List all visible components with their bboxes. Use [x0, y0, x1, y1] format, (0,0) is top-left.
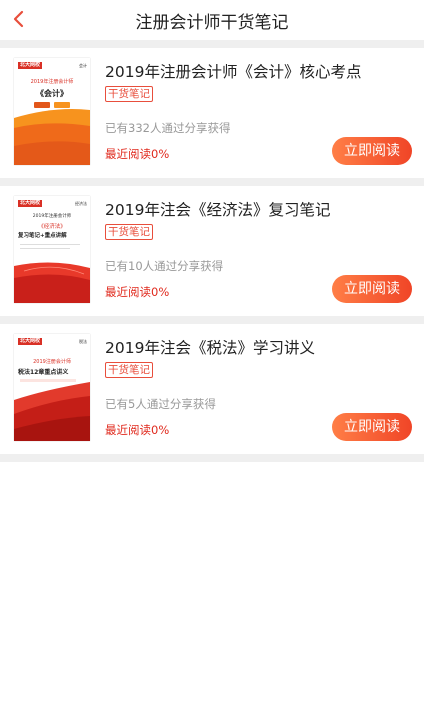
- read-now-button[interactable]: 立即阅读: [332, 275, 412, 303]
- cover-decor: [20, 379, 76, 382]
- divider: [0, 454, 424, 462]
- note-title[interactable]: 2019年注会《税法》学习讲义: [105, 336, 315, 358]
- note-badge: 干货笔记: [105, 86, 153, 102]
- cover-brand: 北大网校: [18, 200, 43, 207]
- read-progress: 最近阅读0%: [105, 285, 170, 299]
- note-title[interactable]: 2019年注会《经济法》复习笔记: [105, 198, 330, 220]
- cover-line: 《会计》: [36, 89, 68, 98]
- cover-line: 2019注册会计师: [33, 359, 71, 365]
- notes-list: 北大网校 会计 2019年注册会计师 《会计》 2019年注册会计师《会计》核心…: [0, 40, 424, 462]
- note-badge: 干货笔记: [105, 224, 153, 240]
- cover-line: 税法12章重点讲义: [18, 369, 69, 376]
- app-header: 注册会计师干货笔记: [0, 0, 424, 40]
- read-now-button[interactable]: 立即阅读: [332, 137, 412, 165]
- read-progress: 最近阅读0%: [105, 147, 170, 161]
- share-count: 已有10人通过分享获得: [105, 259, 224, 273]
- book-cover[interactable]: 北大网校 税法 2019注册会计师 税法12章重点讲义: [14, 334, 90, 441]
- list-item[interactable]: 北大网校 会计 2019年注册会计师 《会计》 2019年注册会计师《会计》核心…: [0, 48, 424, 178]
- cover-decor: [54, 102, 70, 108]
- book-cover[interactable]: 北大网校 经济法 2019年注册会计师 《经济法》 复习笔记+重点讲解: [14, 196, 90, 303]
- list-item[interactable]: 北大网校 经济法 2019年注册会计师 《经济法》 复习笔记+重点讲解 2019…: [0, 186, 424, 316]
- share-count: 已有332人通过分享获得: [105, 121, 231, 135]
- cover-decor: [20, 244, 80, 245]
- share-count: 已有5人通过分享获得: [105, 397, 216, 411]
- cover-line: 2019年注册会计师: [30, 79, 74, 85]
- cover-brand: 北大网校: [18, 338, 43, 345]
- cover-tag: 会计: [79, 63, 87, 68]
- page-title: 注册会计师干货笔记: [135, 13, 289, 33]
- cover-art: [14, 109, 90, 165]
- read-now-button[interactable]: 立即阅读: [332, 413, 412, 441]
- book-cover[interactable]: 北大网校 会计 2019年注册会计师 《会计》: [14, 58, 90, 165]
- read-progress: 最近阅读0%: [105, 423, 170, 437]
- divider: [0, 178, 424, 186]
- note-badge: 干货笔记: [105, 362, 153, 378]
- list-item[interactable]: 北大网校 税法 2019注册会计师 税法12章重点讲义 2019年注会《税法》学…: [0, 324, 424, 454]
- divider: [0, 316, 424, 324]
- cover-line: 复习笔记+重点讲解: [18, 233, 67, 239]
- cover-decor: [20, 248, 70, 249]
- cover-art: [14, 382, 90, 441]
- cover-line: 《经济法》: [38, 224, 66, 230]
- cover-tag: 税法: [79, 339, 87, 344]
- cover-brand: 北大网校: [18, 62, 43, 69]
- divider: [0, 40, 424, 48]
- note-title[interactable]: 2019年注册会计师《会计》核心考点: [105, 60, 361, 82]
- cover-tag: 经济法: [75, 201, 87, 206]
- cover-decor: [34, 102, 50, 108]
- cover-line: 2019年注册会计师: [32, 214, 72, 219]
